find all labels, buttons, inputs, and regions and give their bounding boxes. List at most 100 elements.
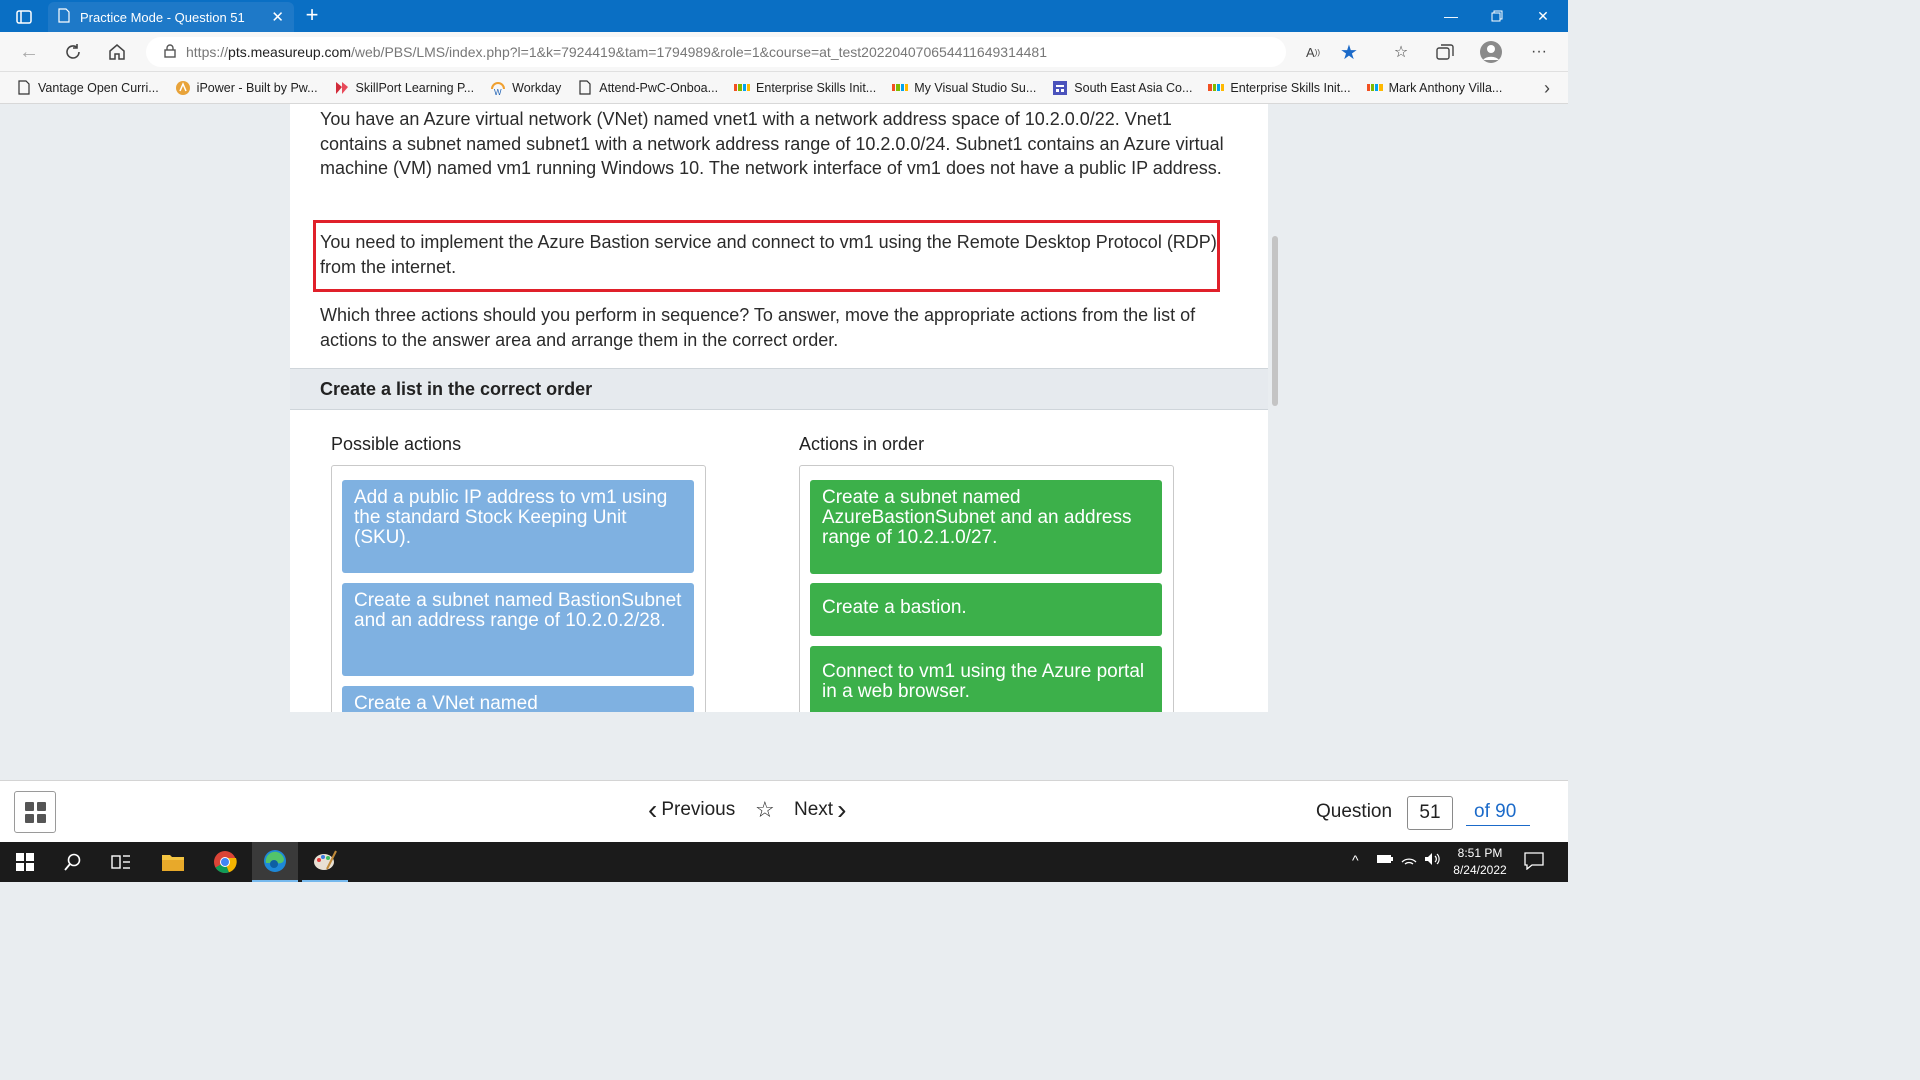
clock-date: 8/24/2022 <box>1453 863 1507 877</box>
document-icon <box>58 8 70 26</box>
volume-icon[interactable] <box>1424 852 1442 869</box>
windows-taskbar: ^ 8:51 PM 8/24/2022 <box>0 842 1568 882</box>
page-content: You have an Azure virtual network (VNet)… <box>0 104 1568 780</box>
battery-icon[interactable] <box>1376 852 1394 868</box>
new-tab-button[interactable]: + <box>300 4 324 28</box>
address-toolbar: ← https://pts.measureup.com/web/PBS/LMS/… <box>0 32 1568 72</box>
question-number-input[interactable]: 51 <box>1407 796 1453 830</box>
bookmark-label: iPower - Built by Pw... <box>196 80 318 95</box>
search-icon[interactable] <box>50 842 96 882</box>
bookmark-item[interactable]: Mark Anthony Villa... <box>1366 80 1503 96</box>
clock-time: 8:51 PM <box>1457 846 1503 860</box>
document-icon <box>16 80 32 96</box>
chevron-left-icon: ‹ <box>648 794 658 825</box>
close-window-button[interactable]: ✕ <box>1520 0 1566 32</box>
actions-in-order-title: Actions in order <box>799 434 925 454</box>
possible-actions-list: Add a public IP address to vm1 using the… <box>331 465 706 712</box>
bookmark-item[interactable]: Enterprise Skills Init... <box>734 80 876 96</box>
document-icon <box>577 80 593 96</box>
system-clock[interactable]: 8:51 PM 8/24/2022 <box>1444 845 1516 879</box>
more-options-icon[interactable]: ··· <box>1526 40 1552 64</box>
microsoft-icon <box>892 80 909 96</box>
notifications-icon[interactable] <box>1524 852 1544 873</box>
bookmark-label: South East Asia Co... <box>1074 80 1193 95</box>
home-button[interactable] <box>102 38 132 66</box>
edge-icon[interactable] <box>252 842 298 882</box>
bookmark-label: Enterprise Skills Init... <box>756 80 877 95</box>
next-button[interactable]: Next › <box>794 794 847 825</box>
close-tab-icon[interactable]: ✕ <box>271 8 284 26</box>
chrome-icon[interactable] <box>202 842 248 882</box>
bookmark-label: Mark Anthony Villa... <box>1388 80 1503 95</box>
ordered-action-item[interactable]: Create a subnet named AzureBastionSubnet… <box>810 480 1162 574</box>
microsoft-icon <box>1208 80 1225 96</box>
paint-icon[interactable] <box>302 842 348 882</box>
tab-title: Practice Mode - Question 51 <box>80 9 245 25</box>
bookmark-label: Vantage Open Curri... <box>38 80 159 95</box>
actions-in-order-list: Create a subnet named AzureBastionSubnet… <box>799 465 1174 712</box>
lock-icon <box>164 43 176 61</box>
task-banner: Create a list in the correct order <box>290 368 1268 410</box>
question-paragraph-1: You have an Azure virtual network (VNet)… <box>320 109 1224 178</box>
chevron-right-icon[interactable]: › <box>1544 78 1550 99</box>
flag-star-icon[interactable]: ☆ <box>755 797 775 823</box>
bookmark-item[interactable]: Vantage Open Curri... <box>16 80 159 96</box>
task-view-icon[interactable] <box>98 842 144 882</box>
url-path: /web/PBS/LMS/index.php?l=1&k=7924419&tam… <box>350 44 1048 60</box>
windows-start-icon[interactable] <box>2 842 48 882</box>
url-host: pts.measureup.com <box>228 44 351 60</box>
restore-button[interactable] <box>1474 0 1520 32</box>
bookmark-label: Workday <box>512 80 562 95</box>
grid-icon <box>24 801 46 823</box>
previous-label: Previous <box>661 799 736 820</box>
bookmarks-bar: Vantage Open Curri... iPower - Built by … <box>0 72 1568 104</box>
browser-tab[interactable]: Practice Mode - Question 51 ✕ <box>48 2 294 32</box>
question-paragraph-2: You need to implement the Azure Bastion … <box>320 232 1217 277</box>
possible-action-item[interactable]: Create a subnet named BastionSubnet and … <box>342 583 694 676</box>
question-grid-button[interactable] <box>14 791 56 833</box>
bookmark-item[interactable]: Enterprise Skills Init... <box>1208 80 1351 96</box>
bookmark-label: Enterprise Skills Init... <box>1230 80 1351 95</box>
collections-icon[interactable] <box>1432 40 1458 64</box>
ordered-action-item[interactable]: Connect to vm1 using the Azure portal in… <box>810 646 1162 712</box>
next-label: Next <box>794 799 834 820</box>
microsoft-icon <box>734 80 751 96</box>
bookmark-label: My Visual Studio Su... <box>914 80 1037 95</box>
favorite-star-icon[interactable]: ★ <box>1336 40 1362 64</box>
bookmark-item[interactable]: iPower - Built by Pw... <box>175 80 318 96</box>
chevron-right-icon: › <box>837 794 847 825</box>
bookmark-label: SkillPort Learning P... <box>355 80 475 95</box>
bookmark-item[interactable]: W Workday <box>490 80 561 96</box>
bookmark-label: Attend-PwC-Onboa... <box>599 80 719 95</box>
previous-button[interactable]: ‹ Previous <box>648 794 736 825</box>
question-total-link[interactable]: of 90 <box>1466 801 1530 826</box>
microsoft-icon <box>1366 80 1383 96</box>
possible-action-item[interactable]: Add a public IP address to vm1 using the… <box>342 480 694 573</box>
back-button[interactable]: ← <box>14 38 44 66</box>
bookmark-item[interactable]: My Visual Studio Su... <box>892 80 1036 96</box>
refresh-button[interactable] <box>58 38 88 66</box>
bookmark-item[interactable]: SkillPort Learning P... <box>334 80 475 96</box>
ordered-action-item[interactable]: Create a bastion. <box>810 583 1162 636</box>
page-scrollbar[interactable] <box>1272 236 1278 406</box>
svg-text:W: W <box>494 88 502 96</box>
bookmark-item[interactable]: South East Asia Co... <box>1052 80 1192 96</box>
file-explorer-icon[interactable] <box>150 842 196 882</box>
read-aloud-icon[interactable]: A)) <box>1300 40 1326 64</box>
ipower-icon <box>175 80 191 96</box>
url-prefix: https:// <box>186 44 229 60</box>
possible-action-item[interactable]: Create a VNet named <box>342 686 694 712</box>
browser-titlebar: Practice Mode - Question 51 ✕ + — ✕ <box>0 0 1568 32</box>
question-card: You have an Azure virtual network (VNet)… <box>290 104 1268 712</box>
teams-icon <box>1052 80 1068 96</box>
favorites-icon[interactable]: ☆ <box>1388 40 1414 64</box>
minimize-button[interactable]: — <box>1428 0 1474 32</box>
profile-avatar-icon[interactable] <box>1478 40 1504 64</box>
workspaces-icon[interactable] <box>10 6 38 28</box>
address-input[interactable]: https://pts.measureup.com/web/PBS/LMS/in… <box>146 37 1286 67</box>
show-hidden-icons-chevron-icon[interactable]: ^ <box>1352 852 1359 868</box>
possible-actions-title: Possible actions <box>331 434 462 454</box>
bookmark-item[interactable]: Attend-PwC-Onboa... <box>577 80 718 96</box>
wifi-icon[interactable] <box>1400 852 1418 869</box>
skillport-icon <box>334 80 350 96</box>
